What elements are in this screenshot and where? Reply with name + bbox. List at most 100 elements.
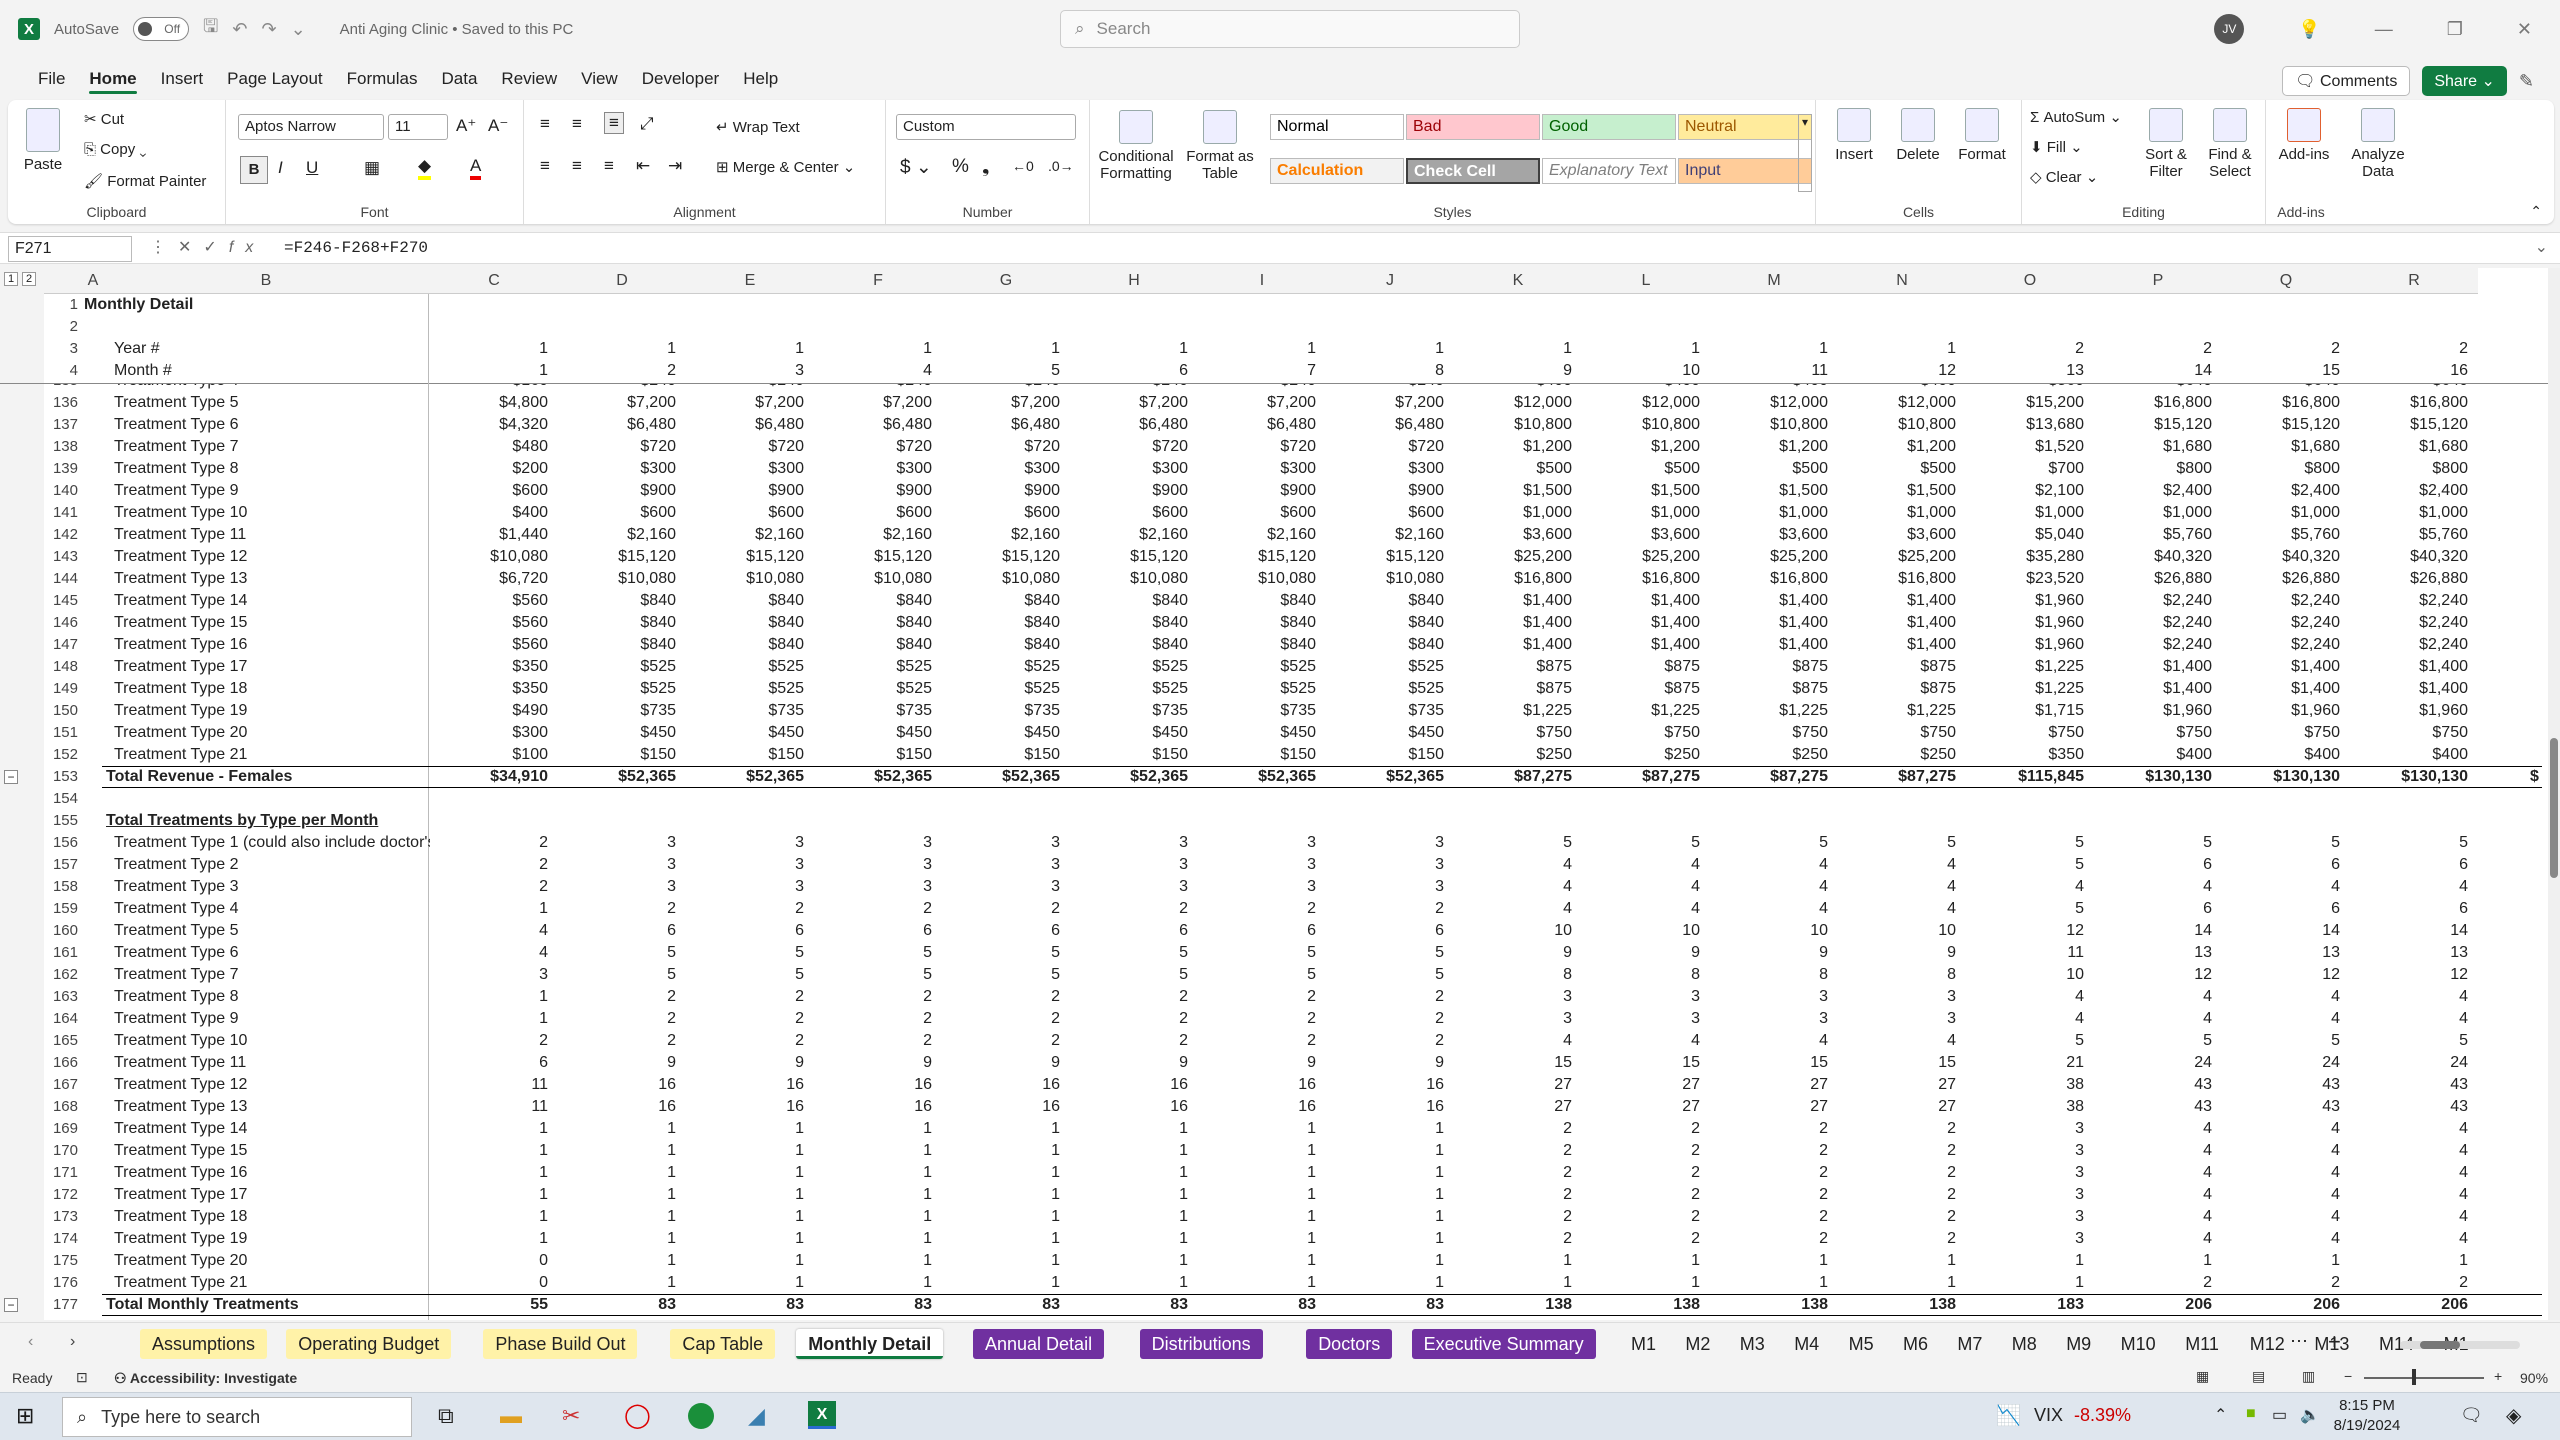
cell-value[interactable]: $840 [814,634,932,656]
cell-value[interactable]: $525 [1070,656,1188,678]
cell-value[interactable]: $480 [430,436,548,458]
cell-value[interactable]: 3 [1966,1140,2084,1162]
row-header[interactable]: 168 [0,1096,84,1118]
cell-value[interactable]: 38 [1966,1096,2084,1118]
merge-center-button[interactable]: ⊞ Merge & Center ⌄ [716,158,855,176]
cell-value[interactable]: $900 [686,480,804,502]
menu-tab-home[interactable]: Home [77,62,148,96]
add-sheet-icon[interactable]: + [2328,1329,2341,1355]
cell-value[interactable]: 5 [814,942,932,964]
clear-button[interactable]: ◇ Clear ⌄ [2030,168,2098,186]
cell-value[interactable]: $35,280 [1966,546,2084,568]
cell-value[interactable]: 4 [2222,1008,2340,1030]
cell-value[interactable]: 15 [1710,1052,1828,1074]
cell-value[interactable]: $840 [686,590,804,612]
row-header[interactable]: 142 [0,524,84,546]
cell-value[interactable]: 1 [686,338,804,360]
row-header[interactable]: 176 [0,1272,84,1294]
cell-value[interactable]: 2 [1454,1140,1572,1162]
autosave-toggle[interactable]: Off [133,17,190,41]
cell-value[interactable]: $6,480 [942,414,1060,436]
cell-value[interactable]: 3 [1070,876,1188,898]
underline-button[interactable]: U [306,158,318,178]
cell-value[interactable]: 1 [558,1184,676,1206]
cell-value[interactable]: 16 [1326,1074,1444,1096]
cell-value[interactable]: 1 [430,1140,548,1162]
cell-value[interactable]: 1 [1838,338,1956,360]
cell-value[interactable]: 5 [1198,942,1316,964]
cell-value[interactable]: $800 [2094,458,2212,480]
cell-value[interactable]: 2 [1582,1162,1700,1184]
network-icon[interactable]: ▭ [2272,1405,2287,1425]
cell-b[interactable]: Treatment Type 14 [114,590,430,612]
cell-value[interactable]: $1,000 [1710,502,1828,524]
cell-value[interactable]: 9 [1838,942,1956,964]
cell-value[interactable]: 2 [1838,1140,1956,1162]
cell-value[interactable]: $500 [1710,458,1828,480]
cell-value[interactable]: $840 [1198,634,1316,656]
cell-value[interactable]: $840 [686,612,804,634]
copy-button[interactable]: ⎘ Copy ⌄ [84,141,146,158]
cell-value[interactable]: 3 [558,832,676,854]
cell-value[interactable]: $1,225 [1966,678,2084,700]
cell-value[interactable]: $720 [1198,436,1316,458]
cell-value[interactable]: $450 [686,722,804,744]
cell-value[interactable]: $1,000 [1966,502,2084,524]
cell-value[interactable]: $40,320 [2094,546,2212,568]
cell-value[interactable]: 3 [1070,832,1188,854]
cell-value[interactable]: 4 [1582,876,1700,898]
cell-value[interactable]: 43 [2350,1074,2468,1096]
cell-value[interactable]: $7,200 [558,392,676,414]
cell-value[interactable]: 3 [814,854,932,876]
cell-value[interactable]: 1 [814,338,932,360]
cell-value[interactable]: $1,500 [1582,480,1700,502]
cell-value[interactable]: 9 [1326,1052,1444,1074]
cell-value[interactable]: $1,400 [1454,634,1572,656]
cell-value[interactable]: 2 [942,1008,1060,1030]
stock-chart-icon[interactable]: 📉 [1996,1403,2021,1428]
cell-value[interactable]: 3 [1326,854,1444,876]
cell-value[interactable]: $10,080 [430,546,548,568]
cell-value[interactable]: $6,480 [1070,414,1188,436]
cell-value[interactable]: 13 [2350,942,2468,964]
row-header[interactable]: 156 [0,832,84,854]
cell-value[interactable]: $450 [814,722,932,744]
cell-value[interactable]: 2 [1582,1228,1700,1250]
column-header-J[interactable]: J [1326,268,1454,294]
cell-b[interactable]: Treatment Type 6 [114,414,430,436]
restore-icon[interactable]: ❐ [2447,19,2463,40]
cell-value[interactable]: $750 [2350,722,2468,744]
row-header[interactable]: 159 [0,898,84,920]
cell-value[interactable]: 1 [686,1206,804,1228]
cell-value[interactable]: 4 [1838,1030,1956,1052]
cell-style-bad[interactable]: Bad [1406,114,1540,140]
row-header[interactable]: 157 [0,854,84,876]
cell-value[interactable]: 1 [558,1228,676,1250]
sheet-tab-m5[interactable]: M5 [1837,1329,1886,1359]
cut-button[interactable]: ✂ Cut [84,110,124,128]
cell-value[interactable]: $450 [942,722,1060,744]
cell-value[interactable]: 6 [1070,920,1188,942]
cell-value[interactable]: $6,480 [558,414,676,436]
cell-value[interactable]: 2 [2094,1272,2212,1294]
cell-value[interactable]: 2 [686,898,804,920]
snipping-tool-icon[interactable]: ✂ [562,1403,580,1429]
column-header-E[interactable]: E [686,268,814,294]
cell-value[interactable]: $2,400 [2222,480,2340,502]
cell-value[interactable]: $1,520 [1966,436,2084,458]
cell-b[interactable]: Treatment Type 7 [114,964,430,986]
cell-value[interactable]: 2 [1838,1184,1956,1206]
cell-value[interactable]: $525 [686,678,804,700]
cell-value[interactable]: $16,800 [1838,568,1956,590]
cell-value[interactable]: $750 [1710,722,1828,744]
cell-value[interactable]: $400 [430,502,548,524]
cell-value[interactable]: $16,800 [2222,392,2340,414]
cell-value[interactable]: $150 [1326,744,1444,766]
cell-value[interactable]: 6 [2094,854,2212,876]
cell-value[interactable]: $1,400 [2350,656,2468,678]
cell-value[interactable]: 2 [558,986,676,1008]
cell-value[interactable]: $5,760 [2350,524,2468,546]
cell-value[interactable]: 43 [2094,1096,2212,1118]
cell-value[interactable]: 24 [2350,1052,2468,1074]
cell-value[interactable]: 1 [1710,1250,1828,1272]
